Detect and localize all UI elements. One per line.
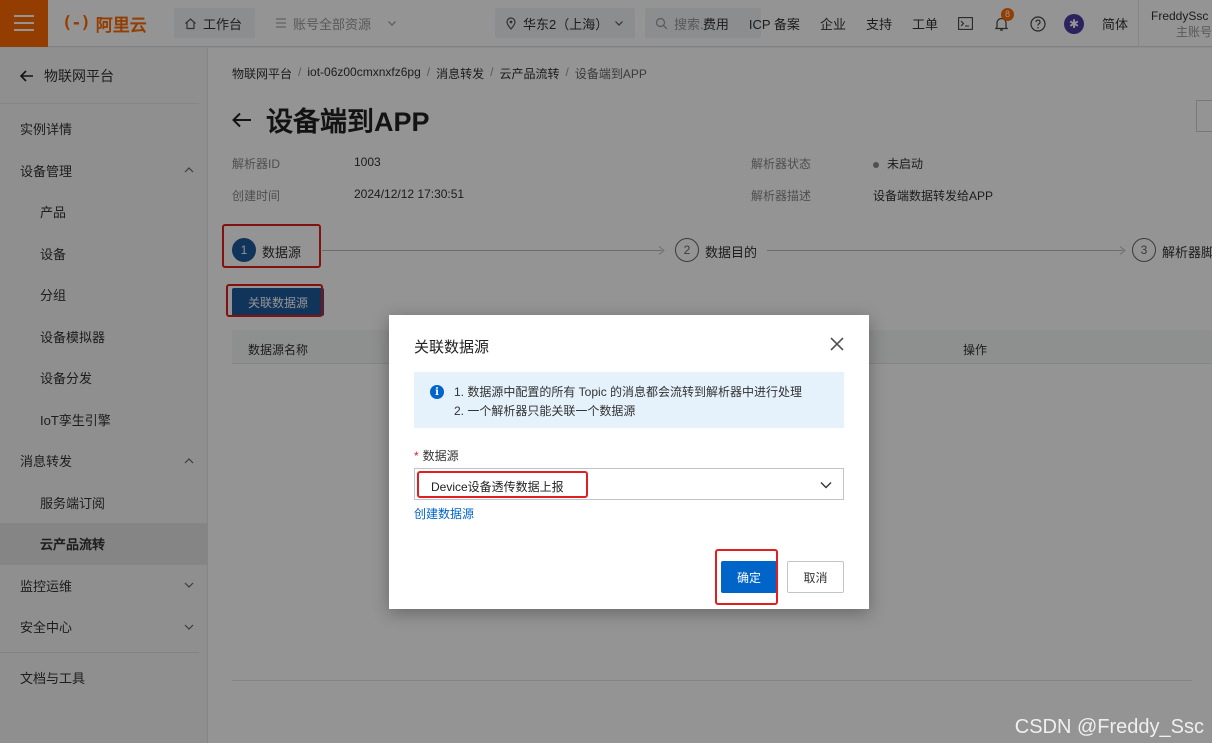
associate-datasource-dialog: 关联数据源 i 1. 数据源中配置的所有 Topic 的消息都会流转到解析器中进… <box>389 315 869 609</box>
required-mark: * <box>414 449 419 463</box>
close-icon[interactable] <box>829 336 845 352</box>
watermark: CSDN @Freddy_Ssc <box>1014 716 1204 738</box>
notice-line-1: 1. 数据源中配置的所有 Topic 的消息都会流转到解析器中进行处理 <box>454 385 803 399</box>
info-icon: i <box>430 385 444 399</box>
annotation-box-select <box>417 471 588 498</box>
dialog-title: 关联数据源 <box>414 339 490 356</box>
annotation-box-confirm <box>715 549 778 605</box>
notice-line-2: 2. 一个解析器只能关联一个数据源 <box>454 404 636 418</box>
cancel-button[interactable]: 取消 <box>787 561 844 593</box>
datasource-field-label: * 数据源 <box>414 449 459 463</box>
chevron-down-icon <box>820 482 832 489</box>
create-datasource-link[interactable]: 创建数据源 <box>414 505 474 522</box>
info-notice: i 1. 数据源中配置的所有 Topic 的消息都会流转到解析器中进行处理 2.… <box>414 372 844 428</box>
